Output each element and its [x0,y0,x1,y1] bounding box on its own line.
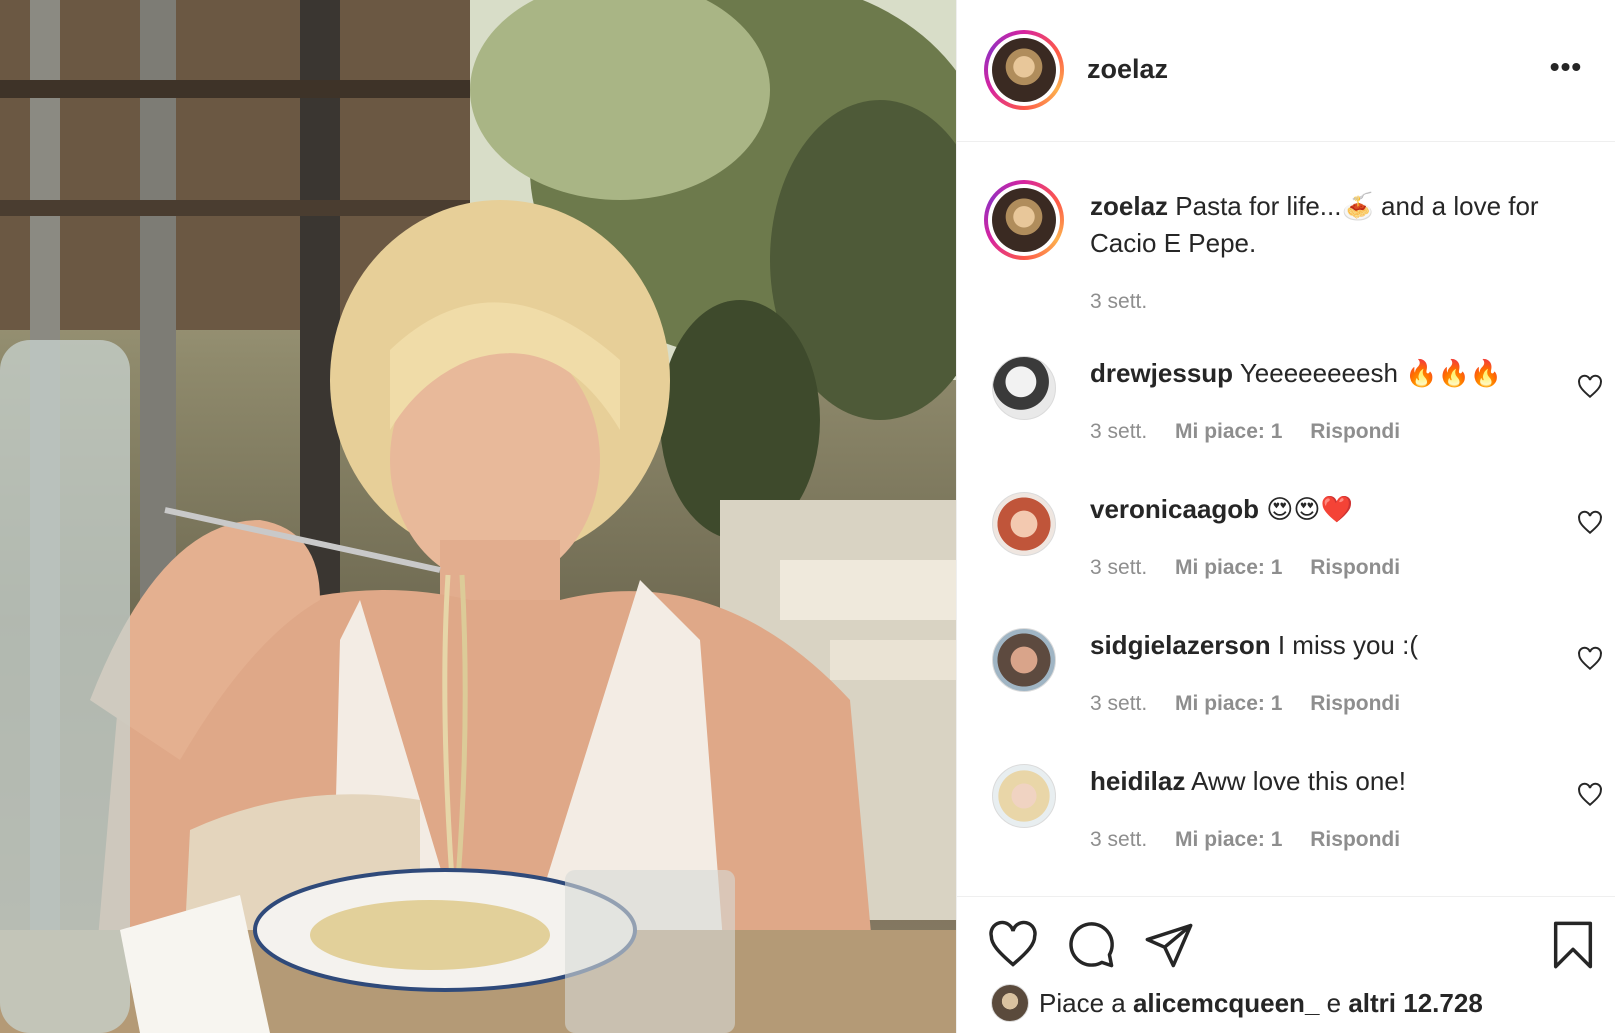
comment-likes[interactable]: Mi piace: 1 [1175,692,1282,715]
comment-item: sidgielazerson I miss you :( 3 sett. Mi … [957,628,1615,764]
share-send-icon[interactable] [1143,919,1195,971]
comment-item: heidilaz Aww love this one! 3 sett. Mi p… [957,764,1615,900]
reply-button[interactable]: Rispondi [1310,556,1400,579]
comment-like-heart-icon[interactable] [1577,782,1603,808]
comment-meta: 3 sett. Mi piace: 1 Rispondi [1090,420,1422,444]
comment-body: drewjessup Yeeeeeeeesh 🔥🔥🔥 [1090,358,1540,389]
comment-text: Aww love this one! [1191,766,1407,796]
comment-username[interactable]: veronicaagob [1090,494,1259,524]
comment-meta: 3 sett. Mi piace: 1 Rispondi [1090,556,1422,580]
comment-avatar[interactable] [992,492,1056,556]
caption-author-avatar[interactable] [984,180,1064,260]
likes-user[interactable]: alicemcqueen_ [1133,988,1319,1018]
comment-avatar[interactable] [992,764,1056,828]
comment-text: I miss you :( [1277,630,1418,660]
comment-time[interactable]: 3 sett. [1090,420,1147,443]
comment-meta: 3 sett. Mi piace: 1 Rispondi [1090,828,1422,852]
comment-body: heidilaz Aww love this one! [1090,766,1540,797]
comment-body: veronicaagob 😍😍❤️ [1090,494,1540,525]
caption-username[interactable]: zoelaz [1090,191,1168,221]
reply-button[interactable]: Rispondi [1310,692,1400,715]
likes-text[interactable]: Piace a alicemcqueen_ e altri 12.728 [1039,988,1483,1019]
comment-time[interactable]: 3 sett. [1090,828,1147,851]
comment-likes[interactable]: Mi piace: 1 [1175,828,1282,851]
comment-meta: 3 sett. Mi piace: 1 Rispondi [1090,692,1422,716]
post-detail-panel: zoelaz ••• zoelaz Pasta for life...🍝 and… [956,0,1615,1033]
comment-body: sidgielazerson I miss you :( [1090,630,1540,661]
comment-text: Yeeeeeeeesh 🔥🔥🔥 [1239,358,1503,388]
comment-avatar[interactable] [992,356,1056,420]
post-photo[interactable] [0,0,956,1033]
author-username[interactable]: zoelaz [1087,54,1168,85]
reply-button[interactable]: Rispondi [1310,420,1400,443]
photo-illustration [0,0,956,1033]
likes-middle: e [1326,988,1342,1018]
bookmark-save-icon[interactable] [1547,919,1599,971]
comment-bubble-icon[interactable] [1065,919,1117,971]
reply-button[interactable]: Rispondi [1310,828,1400,851]
comment-time[interactable]: 3 sett. [1090,692,1147,715]
comment-avatar[interactable] [992,628,1056,692]
caption-timestamp[interactable]: 3 sett. [1090,290,1147,314]
author-avatar[interactable] [984,30,1064,110]
comment-time[interactable]: 3 sett. [1090,556,1147,579]
comment-likes[interactable]: Mi piace: 1 [1175,420,1282,443]
more-options-icon[interactable]: ••• [1546,52,1586,88]
comment-like-heart-icon[interactable] [1577,510,1603,536]
likes-prefix: Piace a [1039,988,1126,1018]
comment-like-heart-icon[interactable] [1577,646,1603,672]
post-header: zoelaz ••• [957,0,1615,142]
post-caption: zoelaz Pasta for life...🍝 and a love for… [1090,188,1590,262]
comment-likes[interactable]: Mi piace: 1 [1175,556,1282,579]
comment-username[interactable]: sidgielazerson [1090,630,1271,660]
comment-like-heart-icon[interactable] [1577,374,1603,400]
likes-others[interactable]: altri 12.728 [1348,988,1482,1018]
comment-text: 😍😍❤️ [1266,494,1353,524]
comment-username[interactable]: drewjessup [1090,358,1233,388]
comment-username[interactable]: heidilaz [1090,766,1185,796]
comment-item: drewjessup Yeeeeeeeesh 🔥🔥🔥 3 sett. Mi pi… [957,356,1615,492]
like-heart-icon[interactable] [987,919,1039,971]
comment-item: veronicaagob 😍😍❤️ 3 sett. Mi piace: 1 Ri… [957,492,1615,628]
liker-avatar[interactable] [991,984,1029,1022]
